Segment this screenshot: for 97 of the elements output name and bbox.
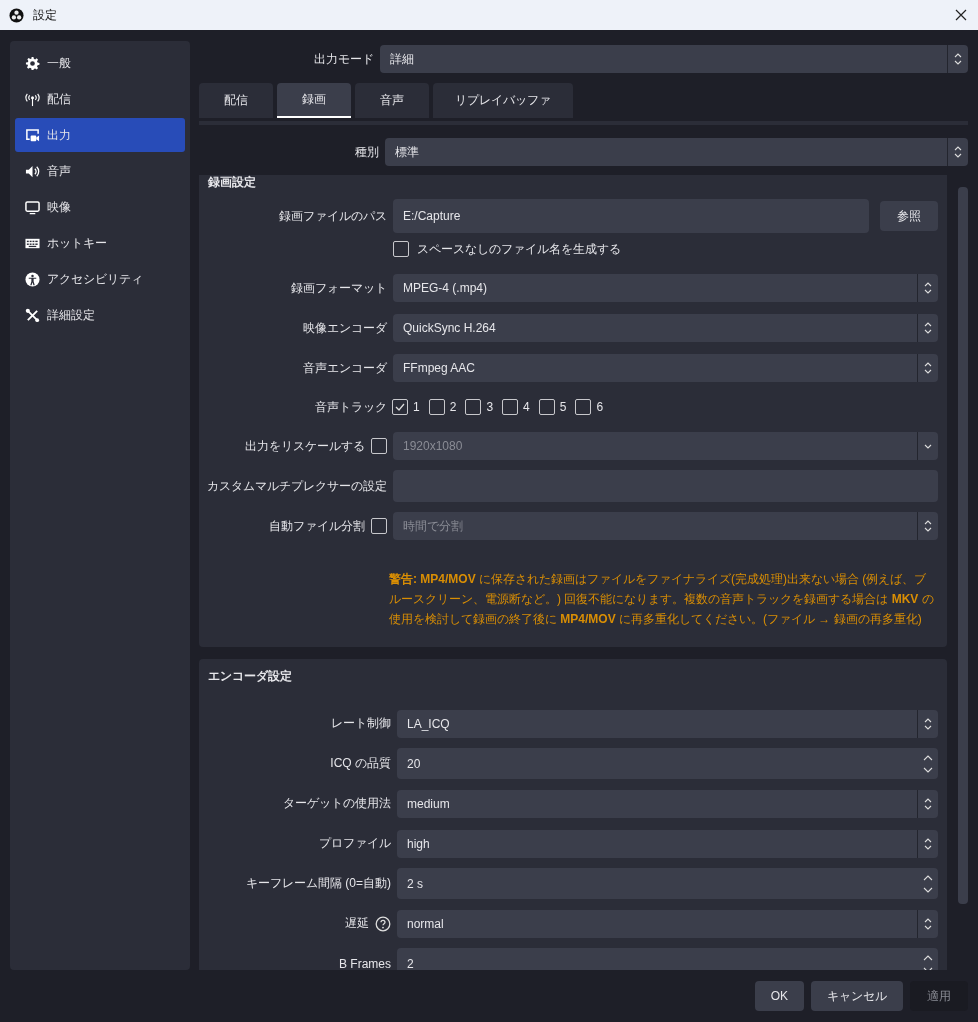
select-field[interactable]: MPEG-4 (.mp4) <box>393 274 938 302</box>
sidebar-item[interactable]: 配信 <box>15 82 185 116</box>
sidebar-label: 一般 <box>47 54 71 72</box>
path-field[interactable]: E:/Capture <box>393 199 869 233</box>
close-icon[interactable] <box>955 9 967 21</box>
spin-field[interactable]: 2 <box>397 948 938 970</box>
checkbox[interactable] <box>575 399 592 415</box>
updown-icon <box>924 716 932 731</box>
browse-button[interactable]: 参照 <box>880 201 938 231</box>
tab[interactable]: 音声 <box>355 83 429 118</box>
tab[interactable]: リプレイバッファ <box>433 83 573 118</box>
spin-field[interactable]: 20 <box>397 748 938 779</box>
field-label: ICQ の品質 <box>330 755 391 772</box>
updown-icon <box>954 52 962 66</box>
group-title: 録画設定 <box>207 175 257 191</box>
field-label: 録画ファイルのパス <box>278 207 387 225</box>
select-field[interactable]: high <box>397 829 938 858</box>
antenna-icon <box>25 91 40 107</box>
select-field[interactable]: medium <box>397 789 938 818</box>
checkbox-label: 6 <box>596 400 604 414</box>
updown-icon <box>924 361 932 375</box>
field-label: B Frames <box>339 956 391 970</box>
dialog-button[interactable]: OK <box>754 981 804 1011</box>
sidebar-label: 出力 <box>47 126 71 144</box>
checkbox[interactable] <box>371 518 387 534</box>
type-select[interactable]: 標準 <box>385 138 968 166</box>
field-label: 出力をリスケールする <box>245 437 365 455</box>
accessibility-icon <box>25 271 40 287</box>
spin-arrows-icon[interactable] <box>923 953 933 970</box>
checkbox-label: 1 <box>413 400 420 414</box>
checkbox[interactable] <box>428 399 445 415</box>
select-field[interactable]: QuickSync H.264 <box>393 314 938 342</box>
checkbox-label: 5 <box>559 400 567 414</box>
field-label: 種別 <box>354 143 379 161</box>
group-title: エンコーダ設定 <box>207 668 293 685</box>
sidebar-item[interactable]: ホットキー <box>15 226 185 260</box>
screen-camera-icon <box>25 127 40 143</box>
updown-icon <box>924 281 932 295</box>
sidebar-item[interactable]: アクセシビリティ <box>15 262 185 296</box>
field-label: 映像エンコーダ <box>302 319 387 337</box>
spin-arrows-icon[interactable] <box>923 873 933 894</box>
checkbox[interactable] <box>465 399 482 415</box>
field-label: 音声エンコーダ <box>302 359 387 377</box>
dialog-button[interactable]: キャンセル <box>811 981 903 1011</box>
sidebar-label: 音声 <box>47 162 71 180</box>
checkbox[interactable] <box>502 399 519 415</box>
field-label: プロファイル <box>319 835 391 852</box>
tab[interactable]: 配信 <box>199 83 273 118</box>
field-label: レート制御 <box>331 715 391 732</box>
field-label: 録画フォーマット <box>290 279 387 297</box>
sidebar-item[interactable]: 映像 <box>15 190 185 224</box>
checkbox[interactable] <box>392 399 408 415</box>
field-label: キーフレーム間隔 (0=自動) <box>246 875 391 892</box>
sidebar-item[interactable]: 詳細設定 <box>15 298 185 332</box>
sidebar-label: ホットキー <box>47 234 107 252</box>
field-label: カスタムマルチプレクサーの設定 <box>206 477 387 495</box>
checkbox-label: 2 <box>449 400 457 414</box>
app-logo-icon <box>9 7 24 23</box>
field-label: 自動ファイル分割 <box>269 517 365 535</box>
updown-icon <box>924 836 932 851</box>
updown-icon <box>924 796 932 811</box>
sidebar-item[interactable]: 音声 <box>15 154 185 188</box>
sidebar-label: 詳細設定 <box>47 306 95 324</box>
checkbox-label: スペースなしのファイル名を生成する <box>417 240 621 258</box>
window-title: 設定 <box>33 6 58 24</box>
help-icon[interactable] <box>375 915 391 932</box>
checkbox[interactable] <box>371 438 387 454</box>
check-icon <box>394 401 406 413</box>
spin-arrows-icon[interactable] <box>923 753 933 774</box>
select-field[interactable]: FFmpeg AAC <box>393 354 938 382</box>
checkbox[interactable] <box>393 241 409 257</box>
monitor-icon <box>25 199 40 215</box>
sidebar-item[interactable]: 一般 <box>15 46 185 80</box>
sidebar-label: 映像 <box>47 198 71 216</box>
field-label: 出力モード <box>313 50 374 68</box>
sidebar-label: 配信 <box>47 90 71 108</box>
field-label: 遅延 <box>345 915 369 932</box>
select-field[interactable]: LA_ICQ <box>397 709 938 738</box>
tools-icon <box>25 307 40 323</box>
spin-field[interactable]: 2 s <box>397 868 938 899</box>
sidebar-label: アクセシビリティ <box>47 270 143 288</box>
warning-text: 警告: MP4/MOV に保存された録画はファイルをファイナライズ(完成処理)出来ない場合 (例えば、ブルースクリーン、電源断など。) 回復不能になります。複数の音声トラックを録画する場合は MKV の使用を検討して録画の終了後に MP4/MOV に再多重化してください。(ファイル → 録画の再多重化) <box>389 571 935 628</box>
select-field[interactable]: normal <box>397 909 938 938</box>
checkbox-label: 3 <box>486 400 494 414</box>
updown-icon <box>924 916 932 931</box>
field-label: 音声トラック <box>314 398 387 416</box>
updown-icon <box>954 145 962 159</box>
gear-icon <box>25 55 40 71</box>
speaker-icon <box>25 163 40 179</box>
field-label: ターゲットの使用法 <box>283 795 391 812</box>
tab[interactable]: 録画 <box>277 83 351 118</box>
checkbox-label: 4 <box>523 400 530 414</box>
updown-icon <box>924 519 932 533</box>
updown-icon <box>924 321 932 335</box>
checkbox[interactable] <box>538 399 555 415</box>
output-mode-select[interactable]: 詳細 <box>380 45 968 73</box>
sidebar-item[interactable]: 出力 <box>15 118 185 152</box>
